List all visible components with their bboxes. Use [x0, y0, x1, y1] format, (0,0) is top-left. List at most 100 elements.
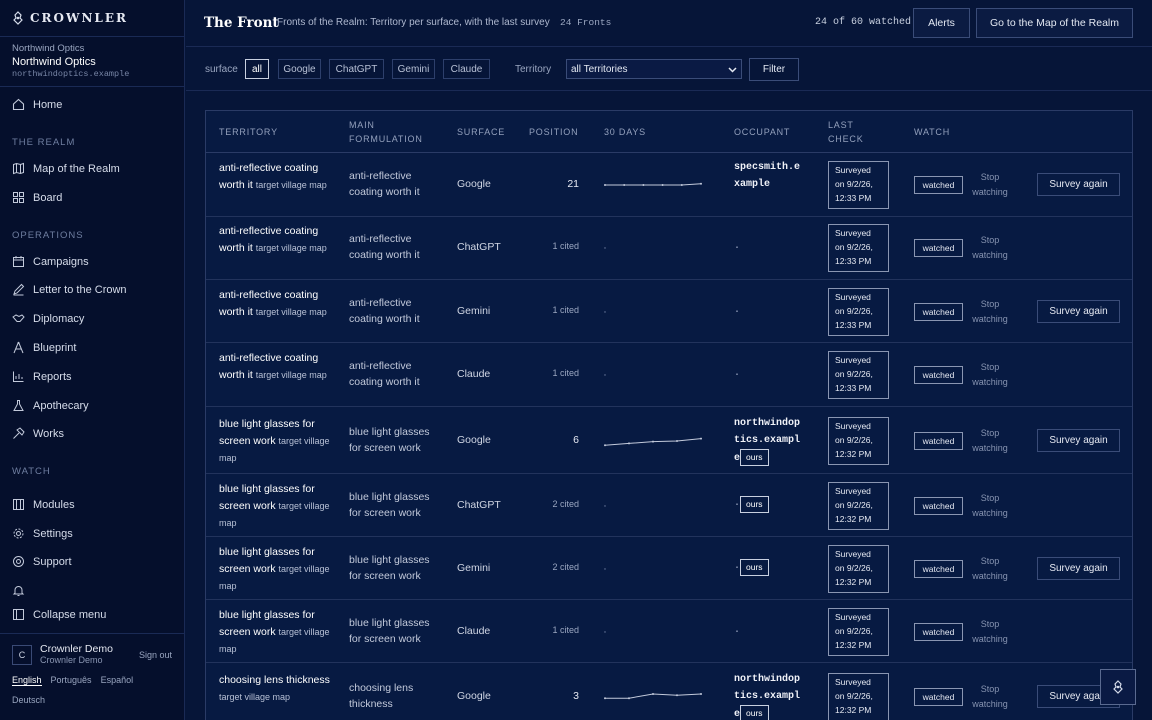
watched-toggle[interactable]: watched	[914, 302, 963, 321]
nav-home[interactable]: Home	[12, 98, 62, 111]
chevron-down-icon	[728, 67, 737, 73]
lang-german[interactable]: Deutsch	[12, 695, 45, 705]
territory-select[interactable]: all Territories	[566, 59, 742, 79]
target-village-map-link[interactable]: target village map	[256, 370, 327, 380]
assistant-button[interactable]	[1100, 669, 1136, 705]
stop-watching-link[interactable]: Stop watching	[970, 554, 1010, 584]
stop-watching-link[interactable]: Stop watching	[970, 233, 1010, 263]
divider	[0, 633, 185, 634]
sparkline-point	[628, 697, 630, 700]
surface-chip-google[interactable]: Google	[278, 59, 321, 79]
stop-watching-link[interactable]: Stop watching	[970, 617, 1010, 647]
stop-watching-link[interactable]: Stop watching	[970, 297, 1010, 327]
nav-settings[interactable]: Settings	[12, 527, 73, 540]
nav-map-of-the-realm[interactable]: Map of the Realm	[12, 162, 120, 175]
stop-watching-link[interactable]: Stop watching	[970, 170, 1010, 200]
nav-support[interactable]: Support	[12, 555, 72, 568]
map-icon	[13, 162, 24, 175]
pen-icon	[13, 283, 25, 296]
survey-again-button[interactable]: Survey again	[1037, 299, 1120, 323]
divider	[0, 86, 185, 87]
col-occupant: OCCUPANT	[734, 127, 791, 137]
nav-letter-to-the-crown[interactable]: Letter to the Crown	[12, 283, 127, 296]
filter-button[interactable]: Filter	[749, 58, 799, 81]
last-check-line: on 9/2/26,	[835, 499, 873, 510]
watched-toggle[interactable]: watched	[914, 622, 963, 641]
org-switcher[interactable]: Northwind Optics Northwind Optics northw…	[12, 43, 129, 79]
occupant-domain: ·	[734, 370, 741, 381]
occupant-cell: ·	[734, 367, 804, 384]
nav-label: Settings	[33, 527, 73, 540]
last-check-line: 12:33 PM	[835, 319, 872, 330]
lang-portuguese[interactable]: Português	[51, 675, 92, 686]
formulation-cell: anti-reflective coating worth it	[349, 170, 420, 198]
alerts-button[interactable]: Alerts	[913, 8, 970, 38]
sign-out-link[interactable]: Sign out	[139, 650, 172, 660]
nav-modules[interactable]: Modules	[12, 498, 75, 511]
formulation-cell: blue light glasses for screen work	[349, 490, 430, 519]
nav-works[interactable]: Works	[12, 427, 64, 440]
formulation-cell: anti-reflective coating worth it	[349, 360, 420, 388]
watched-toggle[interactable]: watched	[914, 431, 963, 450]
sparkline-point	[700, 693, 702, 695]
stop-watching-link[interactable]: Stop watching	[970, 491, 1010, 521]
stop-watching-link[interactable]: Stop watching	[970, 682, 1010, 712]
watched-toggle[interactable]: watched	[914, 688, 963, 706]
position-cell: 1 cited	[552, 624, 579, 635]
nav-diplomacy[interactable]: Diplomacy	[12, 312, 84, 325]
nav-board[interactable]: Board	[12, 191, 62, 204]
collapse-menu-button[interactable]: Collapse menu	[12, 608, 106, 621]
target-village-map-link[interactable]: target village map	[256, 180, 327, 190]
surface-chip-chatgpt[interactable]: ChatGPT	[329, 59, 384, 79]
sparkline-point	[604, 374, 606, 376]
watched-toggle[interactable]: watched	[914, 176, 963, 194]
last-check-line: on 9/2/26,	[835, 691, 873, 701]
territory-label: Territory	[515, 64, 552, 75]
last-check-line: Surveyed	[835, 677, 871, 687]
last-check-line: Surveyed	[835, 355, 871, 365]
sparkline-point	[628, 441, 630, 444]
nav-label: Blueprint	[33, 341, 77, 354]
survey-again-button[interactable]: Survey again	[1037, 428, 1120, 452]
nav-campaigns[interactable]: Campaigns	[12, 255, 89, 268]
watched-toggle[interactable]: watched	[914, 366, 963, 384]
watched-toggle[interactable]: watched	[914, 496, 963, 515]
stop-watching-link[interactable]: Stop watching	[970, 426, 1010, 456]
occupant-cell: ·	[734, 240, 804, 257]
watched-toggle[interactable]: watched	[914, 239, 963, 257]
nav-apothecary[interactable]: Apothecary	[12, 399, 89, 412]
nav-label: Support	[33, 555, 72, 568]
ours-badge: ours	[740, 705, 769, 720]
last-check-cell: Surveyed on 9/2/26, 12:32 PM	[828, 544, 889, 593]
sparkline-point	[604, 504, 606, 507]
go-to-map-button[interactable]: Go to the Map of the Realm	[976, 8, 1133, 38]
nav-label: Works	[33, 427, 64, 440]
user-profile[interactable]: C Crownler Demo Crownler Demo	[12, 644, 113, 665]
territory-cell: anti-reflective coating worth it target …	[219, 223, 337, 257]
survey-again-button[interactable]: Survey again	[1037, 173, 1120, 196]
lang-english[interactable]: English	[12, 675, 42, 686]
board-icon	[13, 192, 24, 203]
surface-chip-all[interactable]: all	[245, 59, 269, 79]
last-check-cell: Surveyed on 9/2/26, 12:33 PM	[828, 161, 889, 209]
position-cell: 6	[573, 433, 579, 446]
survey-again-button[interactable]: Survey again	[1037, 556, 1120, 580]
brand[interactable]: CROWNLER	[12, 11, 128, 25]
watched-toggle[interactable]: watched	[914, 559, 963, 578]
nav-reports[interactable]: Reports	[12, 370, 72, 383]
col-formulation: MAIN FORMULATION	[349, 118, 423, 146]
trend-sparkline	[604, 437, 702, 446]
section-label-watch: WATCH	[12, 466, 51, 477]
target-village-map-link[interactable]: target village map	[219, 692, 290, 702]
stop-watching-link[interactable]: Stop watching	[970, 360, 1010, 390]
target-village-map-link[interactable]: target village map	[256, 307, 327, 317]
surface-chip-gemini[interactable]: Gemini	[392, 59, 435, 79]
org-name: Northwind Optics	[12, 56, 96, 68]
formulation-cell: choosing lens thickness	[349, 682, 414, 710]
surface-chip-claude[interactable]: Claude	[443, 59, 490, 79]
lang-spanish[interactable]: Español	[101, 675, 134, 686]
notifications-button[interactable]	[12, 584, 25, 597]
territory-cell: blue light glasses for screen work targe…	[219, 481, 337, 532]
target-village-map-link[interactable]: target village map	[256, 243, 327, 253]
nav-blueprint[interactable]: Blueprint	[12, 341, 76, 354]
